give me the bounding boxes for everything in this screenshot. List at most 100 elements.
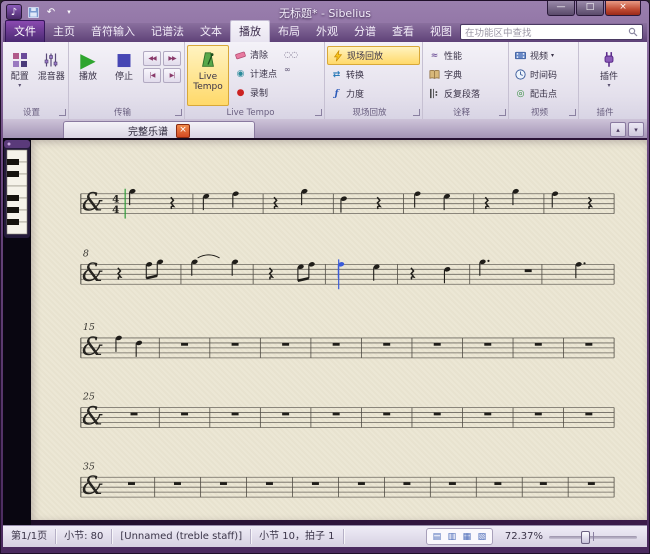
- lightning-icon: [331, 50, 344, 62]
- search-icon: [628, 27, 638, 37]
- sibelius-window: ♪ ↶ ▾ 无标题* - Sibelius — □ × 文件 主页 音符输入 记…: [0, 0, 650, 554]
- eraser-icon: [234, 48, 247, 61]
- ribbon-search-input[interactable]: 在功能区中查找: [460, 24, 643, 40]
- ribbon-group-interpretation: ≈ 性能 字典 反复段落 诠释: [423, 42, 509, 119]
- transport-nav: ◀◀ ▶▶ |◀ ▶|: [143, 51, 181, 106]
- config-grid-icon: [12, 48, 28, 72]
- ribbon-group-transport: ▶ 播放 ■ 停止 ◀◀ ▶▶ |◀ ▶| 传输: [69, 42, 185, 119]
- stop-button[interactable]: ■ 停止: [107, 45, 141, 106]
- close-tab-icon[interactable]: ×: [176, 124, 190, 138]
- tab-view[interactable]: 视图: [422, 21, 460, 42]
- zoom-slider[interactable]: [549, 529, 637, 544]
- tab-parts[interactable]: 分谱: [346, 21, 384, 42]
- document-tab-full-score[interactable]: 完整乐谱 ×: [63, 121, 255, 139]
- tab-layout[interactable]: 布局: [270, 21, 308, 42]
- window-controls: — □ ×: [546, 1, 641, 16]
- mixer-button[interactable]: 混音器: [37, 45, 67, 106]
- video-button[interactable]: 视频 ▾: [511, 46, 576, 65]
- status-position: 小节 10，拍子 1: [251, 529, 343, 544]
- status-staff-name: [Unnamed (treble staff)]: [112, 529, 251, 544]
- title-bar[interactable]: ♪ ↶ ▾ 无标题* - Sibelius — □ ×: [1, 1, 649, 23]
- keyboard-panel[interactable]: [4, 140, 30, 238]
- live-tempo-loop-button[interactable]: ∞: [282, 62, 300, 77]
- metronome-icon: [199, 48, 217, 72]
- status-page-indicator[interactable]: 第1/1页: [3, 529, 56, 544]
- view-normal-button[interactable]: ▤: [430, 530, 444, 543]
- tab-text[interactable]: 文本: [192, 21, 230, 42]
- ribbon-group-plugins: 插件 ▾ 插件: [579, 42, 639, 119]
- timecode-button[interactable]: 时间码: [511, 65, 576, 84]
- fast-forward-button[interactable]: ▶▶: [163, 51, 181, 66]
- zoom-slider-tick: [593, 532, 594, 541]
- tab-appearance[interactable]: 外观: [308, 21, 346, 42]
- move-to-start-button[interactable]: |◀: [143, 68, 161, 83]
- live-tempo-clear-button[interactable]: 清除: [231, 45, 280, 64]
- doc-tabs-menu-button[interactable]: ▾: [628, 122, 644, 137]
- rewind-button[interactable]: ◀◀: [143, 51, 161, 66]
- tab-play[interactable]: 播放: [230, 20, 270, 42]
- infinity-icon: ∞: [284, 65, 291, 74]
- ribbon-group-live-playback: 现场回放 ⇄ 转换 ƒ 力度 现场回放: [325, 42, 423, 119]
- score-svg[interactable]: &44&8&15&25&35: [31, 140, 647, 520]
- playback-config-button[interactable]: 配置 ▾: [5, 45, 35, 106]
- live-tempo-record-button[interactable]: ● 录制: [231, 83, 280, 102]
- dynamics-f-icon: ƒ: [330, 89, 343, 99]
- dialog-launcher-icon[interactable]: [59, 109, 66, 116]
- move-to-end-button[interactable]: ▶|: [163, 68, 181, 83]
- svg-text:&: &: [82, 471, 104, 500]
- live-tempo-button[interactable]: Live Tempo: [187, 45, 229, 106]
- plugins-button[interactable]: 插件 ▾: [588, 45, 630, 106]
- minimize-button[interactable]: —: [547, 1, 575, 16]
- hit-points-button[interactable]: ◎ 配击点: [511, 84, 576, 103]
- chevron-down-icon: ▾: [607, 82, 610, 89]
- live-playback-button[interactable]: 现场回放: [327, 46, 420, 65]
- svg-text:&: &: [82, 188, 104, 217]
- clock-icon: [514, 68, 527, 81]
- svg-text:4: 4: [112, 204, 119, 216]
- close-button[interactable]: ×: [605, 1, 641, 16]
- svg-text:&: &: [82, 402, 104, 431]
- svg-text:8: 8: [83, 248, 89, 259]
- play-icon: ▶: [80, 48, 95, 72]
- dialog-launcher-icon[interactable]: [413, 109, 420, 116]
- dynamics-button[interactable]: ƒ 力度: [327, 84, 420, 103]
- score-page[interactable]: &44&8&15&25&35: [31, 140, 647, 520]
- tab-file[interactable]: 文件: [5, 20, 45, 42]
- zoom-slider-thumb[interactable]: [581, 531, 590, 544]
- play-button[interactable]: ▶ 播放: [71, 45, 105, 106]
- tab-review[interactable]: 查看: [384, 21, 422, 42]
- chevron-down-icon: ▾: [18, 82, 21, 89]
- ribbon-minimize-button[interactable]: ▴: [610, 122, 626, 137]
- ribbon-group-live-tempo: Live Tempo 清除 ◉ 计速点 ● 录制: [185, 42, 325, 119]
- document-tab-bar: 完整乐谱 × ▴ ▾: [3, 119, 647, 139]
- maximize-button[interactable]: □: [576, 1, 604, 16]
- dialog-launcher-icon[interactable]: [175, 109, 182, 116]
- svg-text:&: &: [82, 258, 104, 287]
- stop-icon: ■: [116, 48, 132, 72]
- repeat-barline-icon: [428, 87, 441, 100]
- svg-text:35: 35: [83, 461, 95, 472]
- tap-points-button[interactable]: ◉ 计速点: [231, 64, 280, 83]
- repeats-button[interactable]: 反复段落: [425, 84, 506, 103]
- dialog-launcher-icon[interactable]: [499, 109, 506, 116]
- performance-button[interactable]: ≈ 性能: [425, 46, 506, 65]
- transform-live-playback-button[interactable]: ⇄ 转换: [327, 65, 420, 84]
- piano-keys-icon: [7, 150, 27, 234]
- view-spread-button[interactable]: ▧: [475, 530, 489, 543]
- view-pages-button[interactable]: ▦: [460, 530, 474, 543]
- dialog-launcher-icon[interactable]: [315, 109, 322, 116]
- ribbon-tab-bar: 文件 主页 音符输入 记谱法 文本 播放 布局 外观 分谱 查看 视图 在功能区…: [3, 23, 647, 42]
- live-tempo-dots-button[interactable]: ◌◌: [282, 47, 300, 62]
- tab-home[interactable]: 主页: [45, 21, 83, 42]
- tab-notations[interactable]: 记谱法: [143, 21, 192, 42]
- status-bar: 第1/1页 小节: 80 [Unnamed (treble staff)] 小节…: [3, 525, 647, 547]
- dialog-launcher-icon[interactable]: [569, 109, 576, 116]
- chevron-down-icon: ▾: [551, 52, 554, 59]
- view-panorama-button[interactable]: ▥: [445, 530, 459, 543]
- ribbon: 配置 ▾ 混音器 设置 ▶ 播放 ■: [3, 42, 647, 120]
- dictionary-button[interactable]: 字典: [425, 65, 506, 84]
- hit-point-icon: ◎: [514, 89, 527, 99]
- tab-note-input[interactable]: 音符输入: [83, 21, 143, 42]
- film-icon: [514, 49, 527, 62]
- status-bar-count: 小节: 80: [56, 529, 112, 544]
